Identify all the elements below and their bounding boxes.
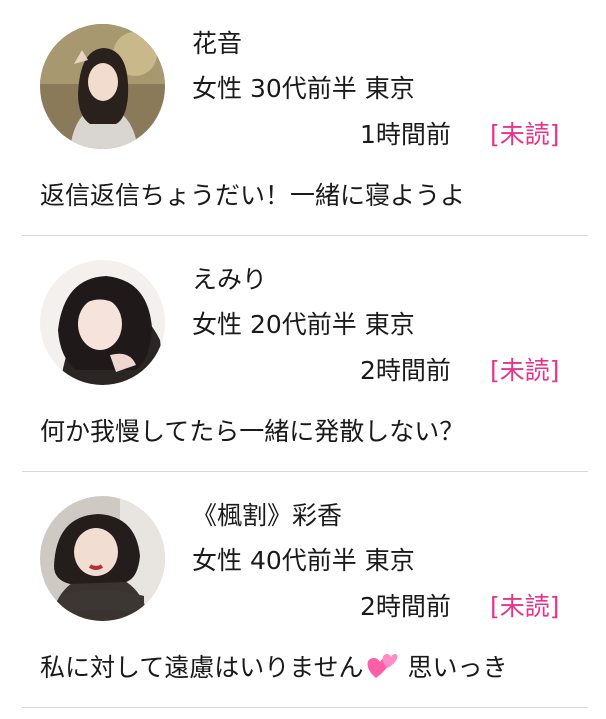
- message-list: 花音 女性 30代前半 東京 1時間前 [未読] 返信返信ちょうだい！一緒に寝よ…: [0, 0, 606, 719]
- sender-profile: 女性 30代前半 東京: [192, 74, 415, 103]
- sender-name: えみり: [192, 265, 268, 294]
- unread-badge: [未読]: [490, 120, 560, 149]
- sender-profile: 女性 40代前半 東京: [192, 546, 415, 575]
- two-hearts-icon: [366, 652, 398, 690]
- message-time: 1時間前: [360, 120, 451, 149]
- avatar[interactable]: [40, 24, 165, 149]
- message-item[interactable]: 花音 女性 30代前半 東京 1時間前 [未読] 返信返信ちょうだい！一緒に寝よ…: [0, 0, 606, 236]
- unread-badge: [未読]: [490, 356, 560, 385]
- message-preview: 私に対して遠慮はいりません 思いっき: [40, 650, 507, 690]
- avatar[interactable]: [40, 496, 165, 621]
- message-preview-text: 私に対して遠慮はいりません: [40, 653, 364, 682]
- message-time: 2時間前: [360, 592, 451, 621]
- divider: [22, 707, 588, 708]
- message-item[interactable]: 《楓割》彩香 女性 40代前半 東京 2時間前 [未読] 私に対して遠慮はいりま…: [0, 472, 606, 708]
- message-preview: 返信返信ちょうだい！一緒に寝ようよ: [40, 181, 466, 210]
- message-item[interactable]: えみり 女性 20代前半 東京 2時間前 [未読] 何か我慢してたら一緒に発散し…: [0, 236, 606, 472]
- message-preview: 何か我慢してたら一緒に発散しない？: [40, 417, 465, 446]
- sender-name: 《楓割》彩香: [192, 501, 343, 530]
- message-preview-text-end: 思いっき: [399, 653, 508, 682]
- unread-badge: [未読]: [490, 592, 560, 621]
- avatar[interactable]: [40, 260, 165, 385]
- sender-name: 花音: [192, 29, 243, 58]
- sender-profile: 女性 20代前半 東京: [192, 310, 415, 339]
- message-time: 2時間前: [360, 356, 451, 385]
